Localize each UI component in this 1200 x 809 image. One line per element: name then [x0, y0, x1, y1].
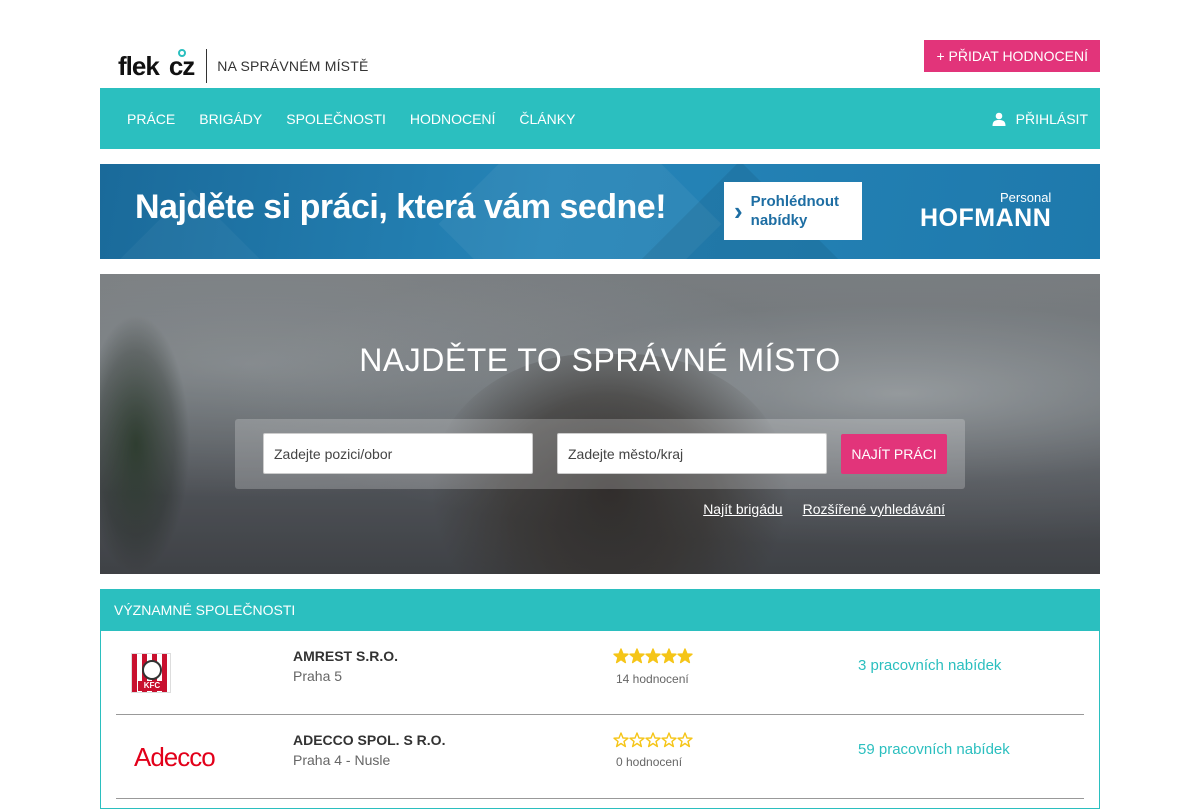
star-icon	[613, 648, 629, 664]
hero-title: NAJDĚTE TO SPRÁVNÉ MÍSTO	[359, 342, 841, 378]
find-brigade-link[interactable]: Najít brigádu	[703, 501, 782, 517]
find-job-button[interactable]: NAJÍT PRÁCI	[841, 434, 947, 474]
company-logo-kfc[interactable]: KFC	[116, 631, 256, 715]
nav-items: PRÁCE BRIGÁDY SPOLEČNOSTI HODNOCENÍ ČLÁN…	[115, 88, 587, 149]
featured-companies-header: VÝZNAMNÉ SPOLEČNOSTI	[100, 589, 1100, 631]
banner-headline: Najděte si práci, která vám sedne!	[135, 188, 667, 226]
chevron-right-icon: ›	[734, 196, 743, 226]
star-icon	[645, 732, 661, 748]
logo-dot-icon	[178, 49, 186, 57]
hero-links: Najít brigádu Rozšířené vyhledávání	[683, 501, 945, 517]
company-name[interactable]: ADECCO SPOL. S R.O.	[293, 732, 445, 748]
featured-companies: VÝZNAMNÉ SPOLEČNOSTI KFC AMREST S.R.O. P…	[100, 589, 1100, 809]
rating-stars	[613, 732, 693, 748]
company-logo-adecco[interactable]: Adecco	[116, 715, 256, 799]
company-name[interactable]: AMREST S.R.O.	[293, 648, 398, 664]
star-icon	[613, 732, 629, 748]
login-link[interactable]: PŘIHLÁSIT	[992, 88, 1088, 149]
star-icon	[661, 732, 677, 748]
featured-companies-title: VÝZNAMNÉ SPOLEČNOSTI	[114, 602, 296, 618]
hero-search: NAJDĚTE TO SPRÁVNÉ MÍSTO NAJÍT PRÁCI Naj…	[100, 274, 1100, 574]
add-review-button[interactable]: + PŘIDAT HODNOCENÍ	[924, 40, 1100, 72]
banner-cta-button[interactable]: › Prohlédnout nabídky	[724, 182, 862, 240]
star-icon	[677, 732, 693, 748]
banner-brand-logo: HOFMANN	[920, 204, 1052, 232]
banner-brand-sub: Personal	[1000, 190, 1052, 205]
main-nav: PRÁCE BRIGÁDY SPOLEČNOSTI HODNOCENÍ ČLÁN…	[100, 88, 1100, 149]
review-count: 0 hodnocení	[616, 755, 683, 769]
job-offers-link[interactable]: 3 pracovních nabídek	[858, 657, 1001, 674]
kfc-logo: KFC	[131, 653, 171, 693]
user-icon	[992, 112, 1006, 126]
nav-item-hodnoceni[interactable]: HODNOCENÍ	[410, 111, 496, 127]
review-count: 14 hodnocení	[616, 672, 689, 686]
kfc-logo-text: KFC	[138, 681, 166, 691]
company-row[interactable]: Adecco ADECCO SPOL. S R.O. Praha 4 - Nus…	[116, 715, 1084, 799]
star-icon	[629, 732, 645, 748]
site-header: flek cz NA SPRÁVNÉM MÍSTĚ + PŘIDAT HODNOC…	[100, 40, 1100, 88]
company-row[interactable]: KFC AMREST S.R.O. Praha 5 14 hodnocení 3…	[116, 631, 1084, 715]
star-icon	[677, 648, 693, 664]
location-input[interactable]	[557, 433, 827, 474]
company-city: Praha 4 - Nusle	[293, 752, 391, 768]
star-icon	[645, 648, 661, 664]
adecco-logo: Adecco	[134, 741, 216, 772]
site-logo[interactable]: flek cz NA SPRÁVNÉM MÍSTĚ	[118, 48, 369, 84]
search-form: NAJÍT PRÁCI	[235, 419, 965, 489]
nav-item-spolecnosti[interactable]: SPOLEČNOSTI	[286, 111, 386, 127]
star-icon	[661, 648, 677, 664]
rating-stars	[613, 648, 693, 664]
job-offers-link[interactable]: 59 pracovních nabídek	[858, 741, 1010, 758]
star-icon	[629, 648, 645, 664]
nav-item-brigady[interactable]: BRIGÁDY	[199, 111, 262, 127]
banner-cta-label: Prohlédnout nabídky	[750, 193, 839, 229]
ad-banner[interactable]: Najděte si práci, která vám sedne! › Pro…	[100, 164, 1100, 259]
position-input[interactable]	[263, 433, 533, 474]
logo-divider	[206, 49, 208, 83]
nav-item-prace[interactable]: PRÁCE	[127, 111, 175, 127]
logo-slogan: NA SPRÁVNÉM MÍSTĚ	[217, 58, 369, 74]
login-label: PŘIHLÁSIT	[1015, 110, 1088, 127]
nav-item-clanky[interactable]: ČLÁNKY	[519, 111, 575, 127]
advanced-search-link[interactable]: Rozšířené vyhledávání	[803, 501, 945, 517]
company-city: Praha 5	[293, 668, 343, 684]
